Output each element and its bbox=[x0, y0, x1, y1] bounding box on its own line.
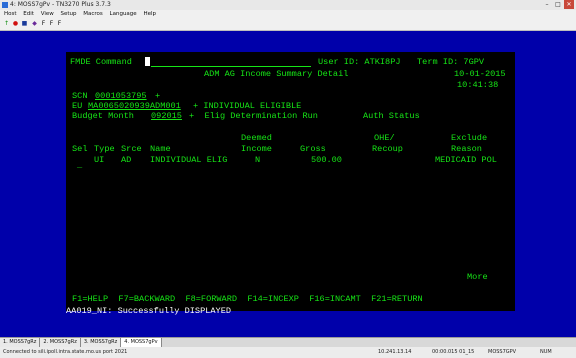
header-recoup: Recoup bbox=[372, 144, 403, 154]
menu-language[interactable]: Language bbox=[110, 11, 137, 17]
connection-status: Connected to sili.ipoll.intra.state.mo.u… bbox=[3, 349, 128, 355]
header-exclude: Exclude bbox=[451, 133, 488, 143]
menu-help[interactable]: Help bbox=[143, 11, 156, 17]
header-reason: Reason bbox=[451, 144, 482, 154]
maximize-button[interactable]: □ bbox=[553, 0, 563, 9]
menu-bar: Host Edit View Setup Macros Language Hel… bbox=[0, 10, 576, 18]
font-icon-3[interactable]: F bbox=[56, 20, 63, 27]
session-tab-1[interactable]: 1. MOSS7gRz bbox=[0, 338, 41, 347]
header-deemed: Deemed bbox=[241, 133, 272, 143]
more-indicator: More bbox=[467, 272, 488, 282]
header-ohe: OHE/ bbox=[374, 133, 395, 143]
session-tabs: 1. MOSS7gRz 2. MOSS7gRz 3. MOSS7gRz 4. MOSS… bbox=[0, 337, 576, 347]
upload-icon[interactable]: ↑ bbox=[3, 20, 10, 27]
close-button[interactable]: ✕ bbox=[564, 0, 574, 9]
user-id: User ID: ATKI8PJ bbox=[318, 57, 401, 67]
menu-view[interactable]: View bbox=[41, 11, 54, 17]
session-tab-4[interactable]: 4. MOSS7gPv bbox=[121, 338, 162, 347]
auth-status-label: Auth Status bbox=[363, 111, 420, 121]
row-select-field[interactable]: _ bbox=[77, 160, 82, 170]
eu-description: + INDIVIDUAL ELIGIBLE bbox=[193, 101, 302, 111]
menu-macros[interactable]: Macros bbox=[83, 11, 103, 17]
header-sel: Sel bbox=[72, 144, 88, 154]
row-income: N bbox=[255, 155, 261, 165]
session-name: MOSS7GPV bbox=[488, 349, 517, 355]
row-type: UI bbox=[94, 155, 105, 165]
function-keys: F1=HELP F7=BACKWARD F8=FORWARD F14=INCEX… bbox=[72, 294, 423, 304]
header-name: Name bbox=[150, 144, 171, 154]
header-income: Income bbox=[241, 144, 272, 154]
header-type: Type bbox=[94, 144, 115, 154]
scn-field[interactable]: 0001053795 bbox=[95, 91, 147, 101]
save-icon[interactable]: ■ bbox=[21, 20, 28, 27]
ip-address: 10.241.13.14 bbox=[378, 349, 412, 355]
command-input-line[interactable] bbox=[151, 66, 311, 67]
cursor-position: 00:00.015 01_15 bbox=[432, 349, 475, 355]
row-gross: 500.00 bbox=[311, 155, 342, 165]
macro-icon[interactable]: ◆ bbox=[31, 20, 38, 27]
budget-month-label: Budget Month bbox=[72, 111, 134, 121]
command-cursor[interactable] bbox=[145, 57, 150, 66]
session-tab-2[interactable]: 2. MOSS7gRz bbox=[40, 338, 81, 347]
header-srce: Srce bbox=[121, 144, 142, 154]
app-icon bbox=[2, 2, 8, 8]
scn-prompt: + bbox=[155, 91, 161, 101]
header-gross: Gross bbox=[300, 144, 326, 154]
title-bar: 4: MOSS7gPv - TN3270 Plus 3.7.3 – □ ✕ bbox=[0, 0, 576, 10]
budget-month-field[interactable]: 092015 bbox=[151, 111, 182, 121]
menu-setup[interactable]: Setup bbox=[61, 11, 77, 17]
status-message: AA019_NI: Successfully DISPLAYED bbox=[66, 306, 232, 316]
screen-title: ADM AG Income Summary Detail bbox=[204, 69, 349, 79]
session-tab-3[interactable]: 3. MOSS7gRz bbox=[80, 338, 122, 347]
minimize-button[interactable]: – bbox=[542, 0, 552, 9]
term-id: Term ID: 7GPV bbox=[417, 57, 485, 67]
window-title: 4: MOSS7gPv - TN3270 Plus 3.7.3 bbox=[10, 1, 111, 8]
time: 10:41:38 bbox=[457, 80, 499, 90]
font-icon-1[interactable]: F bbox=[40, 20, 47, 27]
eu-label: EU bbox=[72, 101, 83, 111]
elig-run-label: + Elig Determination Run bbox=[189, 111, 318, 121]
row-srce: AD bbox=[121, 155, 132, 165]
num-lock-indicator: NUM bbox=[540, 349, 552, 355]
toolbar: ↑ ● ■ ◆ F F F bbox=[0, 18, 576, 31]
row-name: INDIVIDUAL ELIG bbox=[150, 155, 228, 165]
command-label: FMDE Command bbox=[70, 57, 132, 67]
font-icon-2[interactable]: F bbox=[48, 20, 55, 27]
menu-host[interactable]: Host bbox=[4, 11, 17, 17]
eu-field[interactable]: MA0065020939ADM001 bbox=[88, 101, 181, 111]
row-reason: MEDICAID POL bbox=[435, 155, 497, 165]
menu-edit[interactable]: Edit bbox=[23, 11, 34, 17]
status-bar: Connected to sili.ipoll.intra.state.mo.u… bbox=[0, 347, 576, 358]
date: 10-01-2015 bbox=[454, 69, 506, 79]
scn-label: SCN bbox=[72, 91, 88, 101]
stop-icon[interactable]: ● bbox=[12, 20, 19, 27]
